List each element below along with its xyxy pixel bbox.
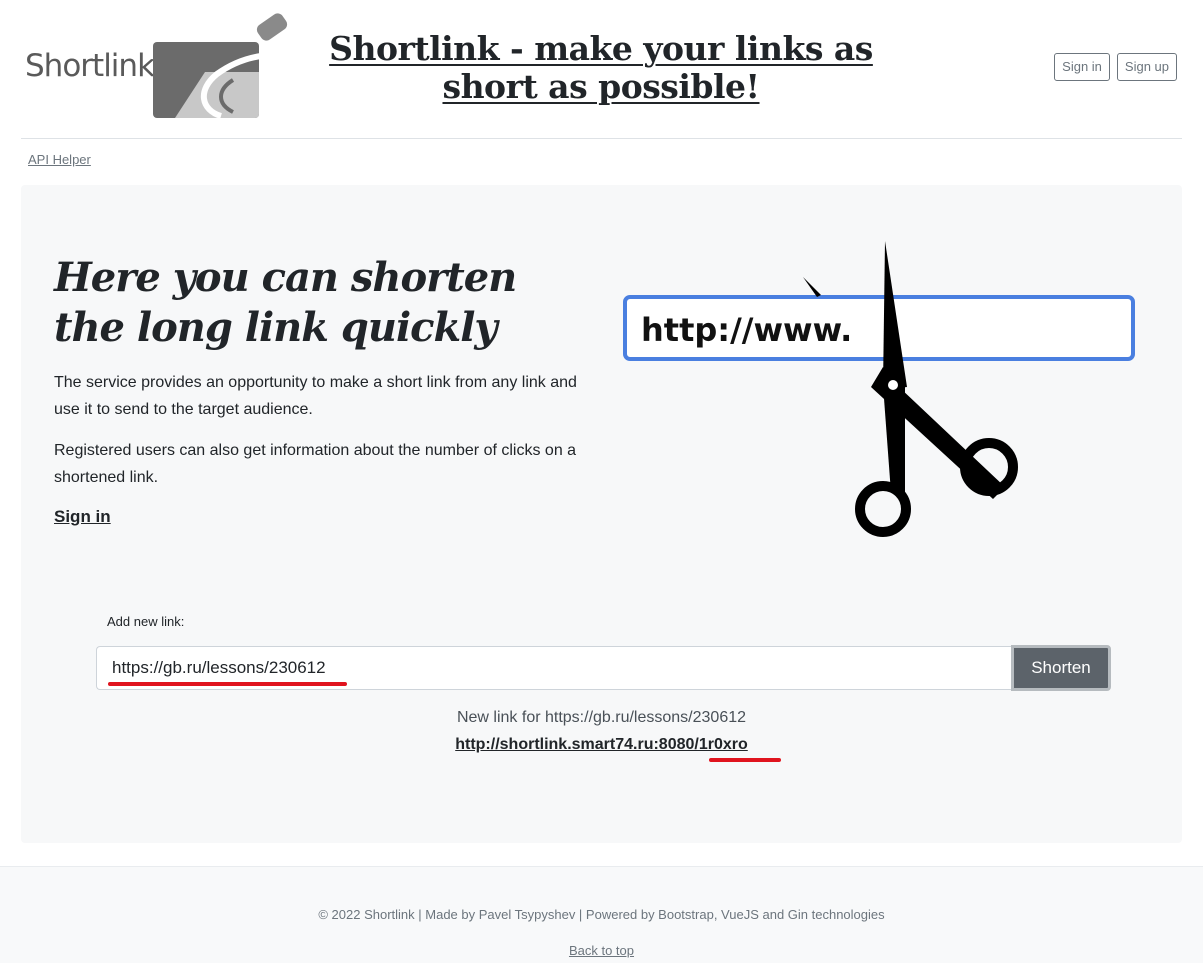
site-logo[interactable]: Shortlink — [25, 12, 297, 120]
sign-in-button[interactable]: Sign in — [1054, 53, 1110, 81]
add-link-label: Add new link: — [107, 614, 185, 629]
logo-graphic — [153, 13, 288, 119]
hero-registered-info: Registered users can also get informatio… — [54, 442, 577, 486]
short-code-highlight-underline — [709, 758, 781, 762]
auth-buttons: Sign in Sign up — [1054, 53, 1177, 81]
hero-sign-in-link[interactable]: Sign in — [54, 507, 111, 527]
back-to-top-link[interactable]: Back to top — [0, 943, 1203, 958]
result-label: New link for https://gb.ru/lessons/23061… — [456, 709, 747, 726]
illustration-url-text: http://www. — [641, 311, 852, 349]
site-header: Shortlink Shortlink - make your links as… — [21, 0, 1182, 139]
page-title[interactable]: Shortlink - make your links as short as … — [311, 30, 891, 106]
site-footer: © 2022 Shortlink | Made by Pavel Tsypysh… — [0, 866, 1203, 963]
footer-credits: © 2022 Shortlink | Made by Pavel Tsypysh… — [318, 907, 885, 922]
hero-description: The service provides an opportunity to m… — [54, 374, 577, 418]
api-helper-link[interactable]: API Helper — [28, 152, 91, 167]
short-link-result[interactable]: http://shortlink.smart74.ru:8080/1r0xro — [21, 736, 1182, 754]
hero-section: Here you can shorten the long link quick… — [21, 185, 1182, 843]
input-highlight-underline — [108, 682, 347, 686]
shorten-button[interactable]: Shorten — [1011, 645, 1111, 691]
sign-up-button[interactable]: Sign up — [1116, 53, 1177, 81]
scissors-illustration: http://www. — [623, 241, 1135, 537]
hero-heading: Here you can shorten the long link quick… — [54, 254, 517, 351]
